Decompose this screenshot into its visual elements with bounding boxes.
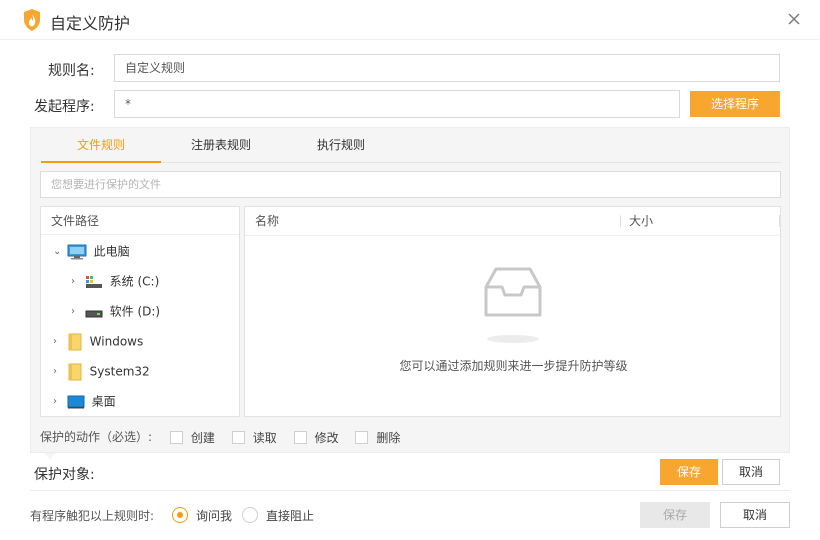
- checkbox-create-label: 创建: [190, 430, 215, 445]
- rules-panel: 文件规则 注册表规则 执行规则 文件路径 ⌄ 此电脑 ›: [30, 127, 790, 453]
- tree-label-this-pc: 此电脑: [93, 244, 130, 259]
- rule-name-label: 规则名:: [48, 63, 95, 79]
- checkbox-create[interactable]: [169, 431, 183, 444]
- tree-label-system-c: 系统 (C:): [109, 274, 160, 289]
- radio-block-directly[interactable]: [242, 507, 258, 523]
- desktop-icon: [67, 395, 85, 408]
- select-program-button[interactable]: 选择程序: [690, 91, 780, 117]
- checkbox-read-label: 读取: [252, 430, 277, 445]
- tab-file-rules[interactable]: 文件规则: [41, 128, 161, 163]
- empty-state-message: 您可以通过添加规则来进一步提升防护等级: [399, 359, 628, 373]
- title-bar: 自定义防护: [0, 0, 820, 40]
- protect-object-label: 保护对象:: [34, 467, 95, 483]
- tree-item-system-c[interactable]: › 系统 (C:): [71, 271, 159, 291]
- close-icon[interactable]: [786, 11, 802, 27]
- tree-header: 文件路径: [41, 207, 239, 235]
- protected-actions-row: 保护的动作（必选）: 创建 读取 修改 删除: [40, 428, 413, 446]
- footer-divider: [30, 490, 790, 491]
- computer-icon: [67, 244, 87, 259]
- chevron-down-icon[interactable]: ⌄: [53, 242, 63, 262]
- chevron-right-icon[interactable]: ›: [71, 302, 81, 322]
- radio-ask-me-label: 询问我: [196, 509, 233, 523]
- launcher-input[interactable]: *: [114, 90, 680, 118]
- empty-inbox-icon: [484, 267, 542, 343]
- rule-name-input[interactable]: 自定义规则: [114, 54, 780, 82]
- checkbox-read[interactable]: [231, 431, 245, 444]
- radio-block-directly-label: 直接阻止: [266, 509, 315, 523]
- tree-item-this-pc[interactable]: ⌄ 此电脑: [53, 241, 130, 261]
- trigger-label: 有程序触犯以上规则时:: [30, 509, 155, 523]
- file-path-tree: 文件路径 ⌄ 此电脑 › 系统 (C:) › 软件 (D:) › Windows…: [40, 206, 240, 417]
- protect-cancel-button[interactable]: 取消: [722, 459, 780, 485]
- checkbox-modify-label: 修改: [314, 430, 339, 445]
- checkbox-modify[interactable]: [293, 431, 307, 444]
- protected-actions-label: 保护的动作（必选）:: [40, 430, 153, 444]
- tree-item-system32[interactable]: › System32: [53, 361, 150, 381]
- drive-icon: [85, 310, 103, 317]
- column-divider[interactable]: [620, 215, 621, 227]
- panel-pointer: [44, 453, 56, 459]
- chevron-right-icon[interactable]: ›: [53, 392, 63, 412]
- file-list: 名称 大小 您可以通过添加规则来进一步提升防护等级: [244, 206, 781, 417]
- footer-cancel-button[interactable]: 取消: [720, 502, 790, 528]
- tree-label-windows: Windows: [89, 334, 144, 349]
- system-drive-icon: [85, 275, 102, 288]
- chevron-right-icon[interactable]: ›: [71, 272, 81, 292]
- tree-label-desktop: 桌面: [91, 394, 116, 409]
- tree-item-desktop[interactable]: › 桌面: [53, 391, 116, 411]
- tree-item-windows[interactable]: › Windows: [53, 331, 143, 351]
- protect-save-button[interactable]: 保存: [660, 459, 718, 485]
- tree-label-software-d: 软件 (D:): [109, 304, 161, 319]
- window-title: 自定义防护: [50, 14, 131, 33]
- tab-execution-rules[interactable]: 执行规则: [281, 128, 401, 163]
- shield-flame-logo-icon: [24, 9, 40, 31]
- column-size-header[interactable]: 大小: [629, 207, 653, 235]
- checkbox-delete-label: 删除: [376, 430, 401, 445]
- column-name-header[interactable]: 名称: [255, 207, 279, 235]
- folder-icon: [68, 333, 82, 350]
- tree-label-system32: System32: [89, 364, 150, 379]
- tree-item-software-d[interactable]: › 软件 (D:): [71, 301, 160, 321]
- radio-ask-me[interactable]: [172, 507, 188, 523]
- rule-tabs: 文件规则 注册表规则 执行规则: [41, 128, 781, 163]
- launcher-label: 发起程序:: [34, 99, 95, 115]
- chevron-right-icon[interactable]: ›: [53, 362, 63, 382]
- tab-registry-rules[interactable]: 注册表规则: [161, 128, 281, 163]
- protected-file-input[interactable]: [40, 171, 781, 198]
- folder-icon: [68, 363, 82, 380]
- footer-save-button[interactable]: 保存: [640, 502, 710, 528]
- header-divider: [245, 235, 780, 236]
- column-divider[interactable]: [779, 215, 780, 227]
- checkbox-delete[interactable]: [355, 431, 369, 444]
- chevron-right-icon[interactable]: ›: [53, 332, 63, 352]
